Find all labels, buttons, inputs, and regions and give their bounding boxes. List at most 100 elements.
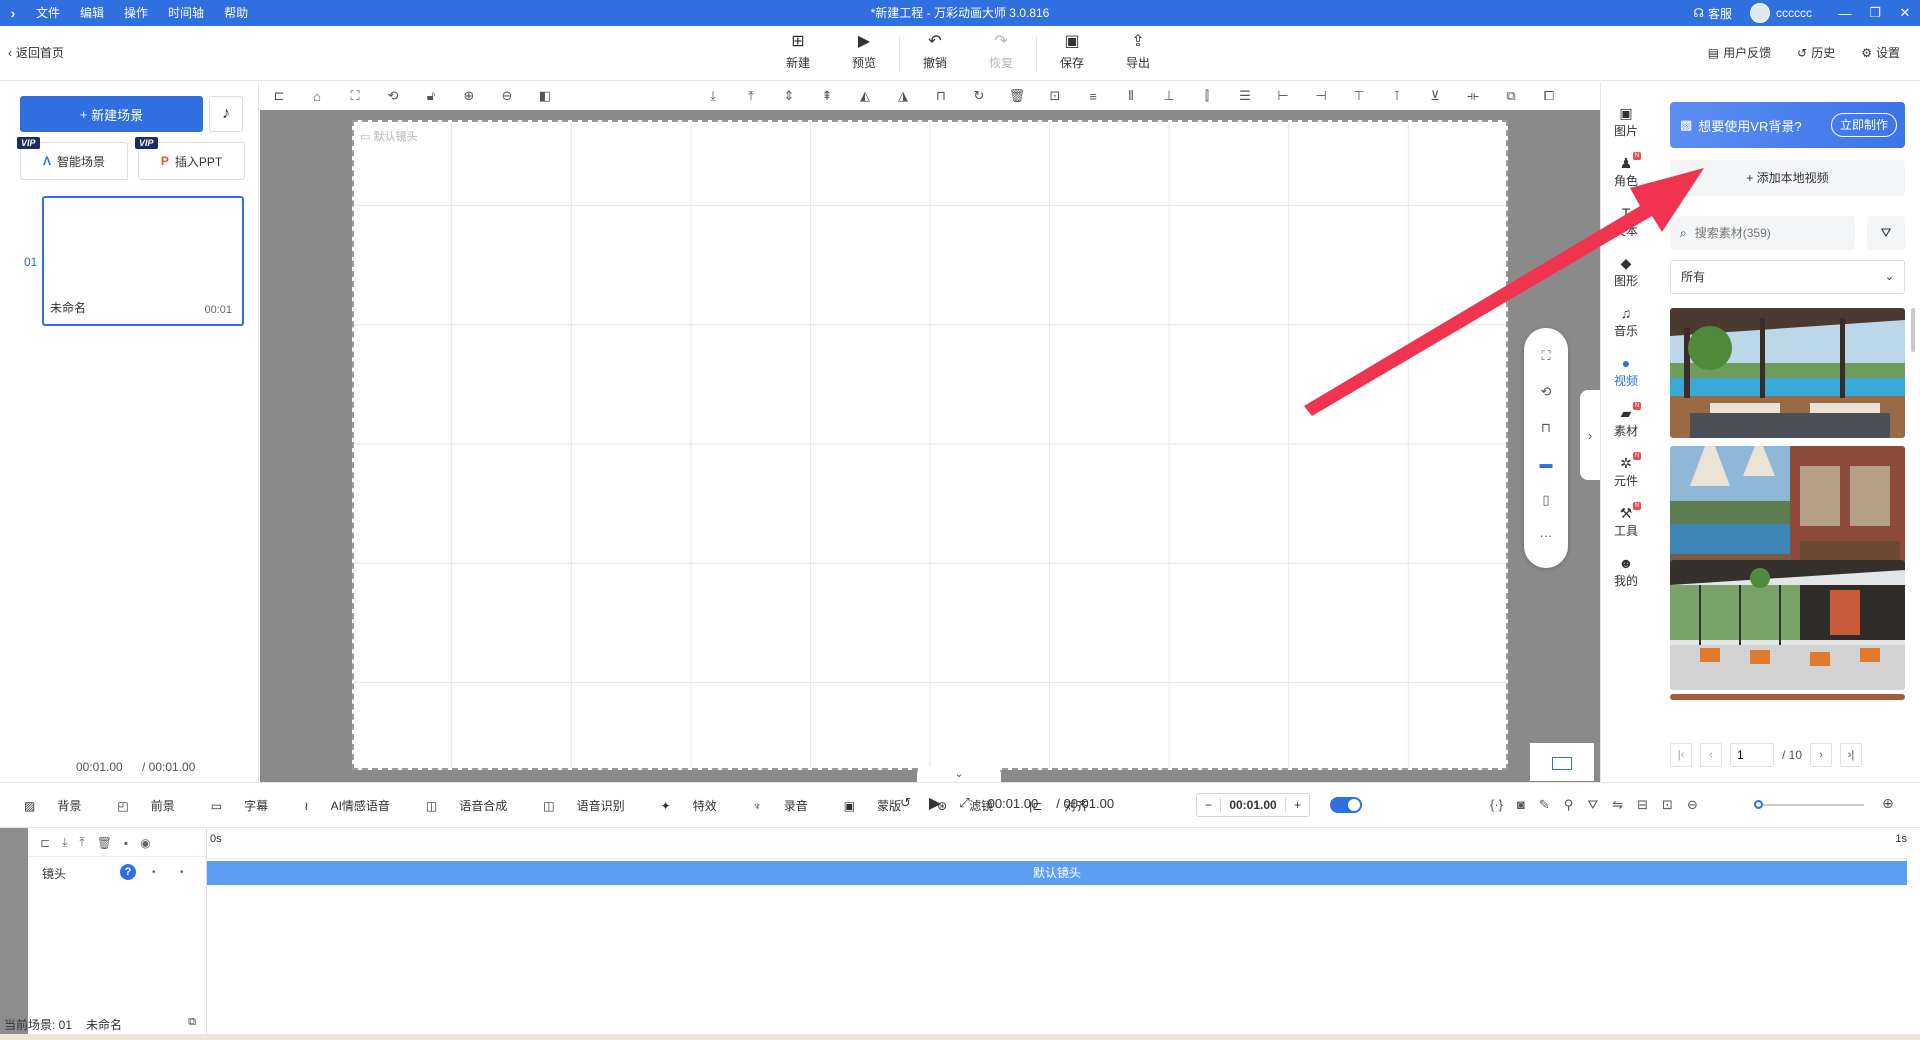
rail-item-character[interactable]: ♟ N 角色 (1601, 152, 1651, 189)
delete-track-icon[interactable]: 🗑︎ (97, 836, 112, 850)
anchor-icon[interactable]: ⚲ (1564, 797, 1574, 813)
preview-button[interactable]: ▶ 预览 (831, 32, 897, 72)
vr-background-banner[interactable]: ▩ 想要使用VR背景? 立即制作 (1670, 102, 1905, 148)
crop-icon[interactable]: ⊡ (1036, 88, 1074, 104)
history-button[interactable]: ↺ 历史 (1797, 44, 1835, 61)
category-select[interactable]: 所有 ⌄ (1670, 260, 1905, 294)
play-icon[interactable]: ▶ (929, 793, 941, 813)
adjust-icon[interactable]: ⇋ (1612, 797, 1623, 813)
align-center-icon[interactable]: ⇞ (808, 88, 846, 104)
unlock-icon[interactable]: ⊓ (1541, 418, 1551, 438)
lock-element-icon[interactable]: ⊓ (922, 88, 960, 104)
rail-item-image[interactable]: ▣ 图片 (1601, 104, 1651, 139)
align-middle-icon[interactable]: ⇕ (770, 88, 808, 104)
video-thumbnail[interactable] (1670, 446, 1905, 576)
eye-icon[interactable]: ◉ (140, 836, 150, 850)
align-bottom-edge-icon[interactable]: ⊻ (1416, 88, 1454, 104)
camera-track-clip[interactable]: 默认镜头 (207, 861, 1907, 885)
align-left-icon[interactable]: ⊢ (1264, 88, 1302, 104)
rail-item-mine[interactable]: ☻ 我的 (1601, 554, 1651, 589)
text-filter-icon[interactable]: ⛛ (1587, 797, 1598, 813)
menu-operate[interactable]: 操作 (114, 0, 158, 26)
zoom-slider-knob[interactable] (1754, 800, 1763, 809)
delete-icon[interactable]: 🗑︎ (998, 88, 1036, 104)
first-page-button[interactable]: |‹ (1670, 743, 1692, 767)
mobile-view-icon[interactable]: ▯ (1542, 490, 1549, 510)
new-button[interactable]: ⊞ 新建 (765, 32, 831, 72)
reset-icon[interactable]: ↻ (960, 88, 998, 104)
rail-item-tools[interactable]: ⚒ N 工具 (1601, 502, 1651, 539)
equal-space-icon[interactable]: ⟛ (1454, 88, 1492, 104)
background-button[interactable]: ▨ 背景 (24, 797, 99, 814)
video-thumbnail[interactable] (1670, 694, 1905, 700)
settings-button[interactable]: ⚙ 设置 (1861, 44, 1900, 61)
search-input[interactable] (1694, 226, 1835, 240)
scene-music-button[interactable]: ♪ (209, 96, 243, 132)
timeline-zoom-slider[interactable] (1754, 800, 1864, 809)
add-local-video-button[interactable]: + 添加本地视频 (1670, 160, 1905, 196)
feedback-button[interactable]: ▤ 用户反馈 (1708, 44, 1771, 61)
foreground-button[interactable]: ◰ 前景 (117, 797, 192, 814)
insert-ppt-button[interactable]: VIP P 插入PPT (135, 137, 245, 180)
rail-item-shape[interactable]: ◆ 图形 (1601, 254, 1651, 289)
align-top-edge-icon[interactable]: ⊺ (1378, 88, 1416, 104)
close-button[interactable]: ✕ (1890, 5, 1920, 21)
user-account[interactable]: cccccc (1750, 3, 1812, 23)
layer-icon[interactable]: ◧ (526, 88, 564, 104)
distribute-h-icon[interactable]: ≡ (1074, 89, 1112, 104)
undo-button[interactable]: ↶ 撤销 (902, 32, 968, 72)
one-to-one-icon[interactable]: ⊡ (1662, 797, 1673, 813)
rotate-view-icon[interactable]: ⟲ (1541, 382, 1552, 402)
lock-icon[interactable]: 🔓︎ (412, 88, 450, 104)
align-bottom-icon[interactable]: ⤓ (694, 88, 732, 104)
fit-view-icon[interactable]: ⛶ (1541, 346, 1550, 366)
copy-icon[interactable]: ⧉ (1492, 88, 1530, 104)
desktop-view-icon[interactable]: ▬ (1540, 454, 1553, 474)
replay-icon[interactable]: ↺ (900, 795, 911, 811)
stage-frame[interactable]: ▭ 默认镜头 (352, 120, 1508, 770)
align-vcenter-icon[interactable]: ⊤ (1340, 88, 1378, 104)
prev-page-button[interactable]: ‹ (1700, 743, 1722, 767)
export-button[interactable]: ⇪ 导出 (1105, 32, 1171, 72)
video-thumbnail[interactable] (1670, 308, 1905, 438)
page-input[interactable] (1730, 743, 1774, 767)
rail-item-material[interactable]: ▰ N 素材 (1601, 402, 1651, 439)
rail-item-text[interactable]: T 文本 (1601, 204, 1651, 239)
move-up-icon[interactable]: ⤒ (79, 835, 84, 850)
save-button[interactable]: ▣ 保存 (1039, 32, 1105, 72)
track-dot-icon[interactable]: • (180, 867, 184, 878)
space-v-icon[interactable]: ☰ (1226, 88, 1264, 104)
rotate-icon[interactable]: ⟲ (374, 88, 412, 104)
aspect-ratio-button[interactable] (1530, 743, 1594, 781)
align-right-icon[interactable]: ⊣ (1302, 88, 1340, 104)
menu-edit[interactable]: 编辑 (70, 0, 114, 26)
zoom-in-icon[interactable]: ⊕ (450, 88, 488, 104)
copy-icon[interactable]: ⧉ (188, 1016, 196, 1029)
timeline-toggle[interactable] (1330, 797, 1362, 813)
new-scene-button[interactable]: + 新建场景 (20, 96, 203, 132)
lock-track-icon[interactable]: ▪ (124, 836, 128, 850)
distribute-v-icon[interactable]: ⫴ (1112, 88, 1150, 104)
subtitle-button[interactable]: ▭ 字幕 (211, 797, 286, 814)
rail-item-component[interactable]: ✲ N 元件 (1601, 452, 1651, 489)
redo-button[interactable]: ↷ 恢复 (968, 32, 1034, 72)
ruler-icon[interactable]: ⊏ (260, 88, 298, 104)
decrease-duration-button[interactable]: − (1197, 798, 1221, 812)
rail-item-music[interactable]: ♫ 音乐 (1601, 304, 1651, 339)
increase-duration-button[interactable]: + (1285, 798, 1309, 812)
fit-timeline-icon[interactable]: ⊟ (1637, 797, 1648, 813)
vr-make-now-button[interactable]: 立即制作 (1830, 113, 1897, 137)
timeline-ruler[interactable]: 0s 1s (207, 829, 1907, 859)
flip-vertical-icon[interactable]: ◮ (884, 88, 922, 104)
menu-file[interactable]: 文件 (26, 0, 70, 26)
effects-button[interactable]: ✦ 特效 (661, 797, 735, 814)
restore-button[interactable]: ❐ (1860, 5, 1890, 21)
paste-icon[interactable]: ⧠ (1530, 88, 1568, 104)
last-page-button[interactable]: ›| (1840, 743, 1863, 767)
expand-panel-button[interactable]: › (1580, 390, 1600, 480)
space-h-icon[interactable]: ⫿ (1188, 88, 1226, 104)
timeline-zoom-in-icon[interactable]: ⊕ (1882, 795, 1894, 812)
menu-timeline[interactable]: 时间轴 (158, 0, 214, 26)
ai-voice-button[interactable]: ≀ AI情感语音 (304, 797, 408, 814)
align-top-icon[interactable]: ⤒ (732, 88, 770, 104)
